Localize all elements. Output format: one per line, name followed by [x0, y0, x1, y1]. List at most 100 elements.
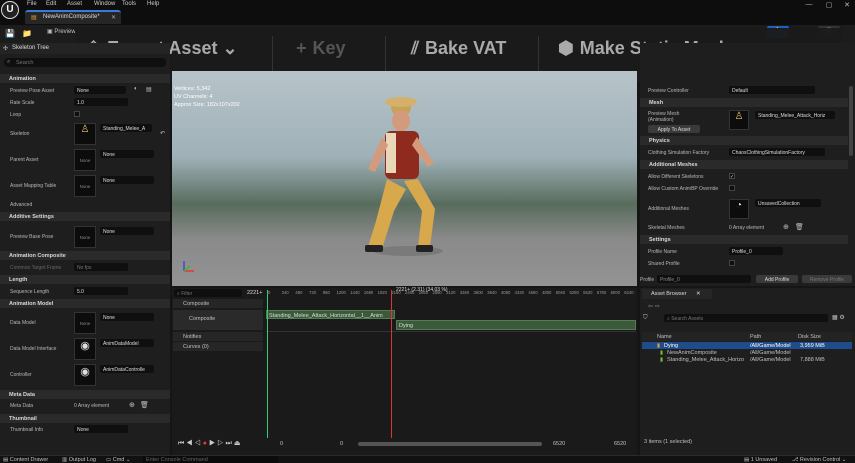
add-element-icon[interactable]: ⊕	[783, 223, 789, 231]
reset-icon[interactable]: ↶	[160, 130, 165, 137]
asset-browser-tab[interactable]: Asset Browser ✕	[642, 289, 712, 299]
remove-profile-button[interactable]: Remove Profile	[802, 275, 852, 283]
viewport[interactable]: Vertices: 5,342 UV Channels: 4 Approx Si…	[172, 71, 637, 286]
delete-icon[interactable]: 🗑	[140, 401, 149, 409]
notifies-track[interactable]: Notifies	[173, 332, 263, 341]
profile-name-input[interactable]: Profile_0	[729, 247, 783, 255]
add-profile-button[interactable]: Add Profile	[756, 275, 798, 283]
segment-standing-melee[interactable]: Standing_Melee_Attack_Horizontal__1__Ani…	[266, 310, 395, 319]
apply-to-asset-button[interactable]: Apply To Asset	[648, 125, 700, 133]
segment-dying[interactable]: Dying	[396, 320, 636, 330]
additional-meshes-dropdown[interactable]: UnsavedCollection	[755, 199, 821, 207]
timeline-scrollbar[interactable]	[358, 442, 542, 446]
close-window-icon[interactable]: ✕	[841, 1, 853, 9]
track-filter-input[interactable]: ⌕ Filter	[174, 289, 242, 297]
timeline-ruler[interactable]: 0 240 480 720 960 1200 1440 1680 1920 2160 2400 264…	[266, 290, 636, 298]
col-name[interactable]: Name	[657, 334, 672, 340]
playhead[interactable]	[391, 290, 392, 438]
back-arrow-icon[interactable]: ⇦ ⇨	[648, 303, 660, 310]
section-animation[interactable]: Animation	[0, 74, 170, 83]
section-animation-composite[interactable]: Animation Composite	[0, 251, 170, 260]
profile-dropdown[interactable]: Profile_0	[657, 275, 751, 283]
preview-base-dropdown[interactable]: None	[100, 227, 154, 235]
asset-mapping-dropdown[interactable]: None	[100, 176, 154, 184]
save-icon[interactable]: 💾	[5, 29, 15, 38]
allow-custom-animbp-checkbox[interactable]	[729, 185, 735, 191]
skeleton-tree-tab[interactable]: Skeleton Tree	[0, 43, 170, 54]
skeleton-thumbnail[interactable]: ♙	[74, 123, 96, 145]
key-button[interactable]: + Key	[296, 38, 346, 68]
preview-button[interactable]: ▣ Preview	[47, 28, 76, 35]
menu-help[interactable]: Help	[147, 1, 159, 7]
allow-different-skeletons-checkbox[interactable]: ✓	[729, 173, 735, 180]
maximize-icon[interactable]: ▢	[823, 1, 835, 9]
rate-scale-input[interactable]: 1.0	[74, 98, 128, 106]
preview-mesh-thumbnail[interactable]: ♙	[729, 110, 749, 130]
data-model-interface-thumbnail[interactable]: ◉	[74, 338, 96, 360]
browse-icon[interactable]: 📁	[22, 29, 32, 38]
data-model-interface-dropdown[interactable]: AnimDataModel	[100, 339, 154, 347]
controller-dropdown[interactable]: AnimDataControlle	[100, 365, 154, 373]
advanced-expander[interactable]: Advanced	[10, 202, 32, 208]
loop-checkbox[interactable]	[74, 111, 80, 117]
filter-icon[interactable]: ⛉	[643, 315, 648, 322]
menu-tools[interactable]: Tools	[122, 1, 136, 7]
preview-mesh-dropdown[interactable]: Standing_Melee_Attack_Horiz	[755, 111, 835, 119]
play-end[interactable]: 6520	[553, 441, 565, 447]
details-scrollbar[interactable]	[849, 86, 853, 156]
play-start[interactable]: 0	[340, 441, 343, 447]
revision-control-button[interactable]: ⎇ Revision Control ⌄	[792, 457, 846, 463]
minimize-icon[interactable]: —	[803, 1, 815, 9]
view-end[interactable]: 6520	[614, 441, 626, 447]
skeleton-dropdown[interactable]: Standing_Melee_A	[100, 124, 152, 132]
parent-asset-dropdown[interactable]: None	[100, 150, 154, 158]
delete-icon[interactable]: 🗑	[795, 223, 804, 231]
unsaved-button[interactable]: ▤ 1 Unsaved	[744, 457, 777, 463]
sequence-length-input[interactable]: 5.0	[74, 287, 128, 295]
section-physics[interactable]: Physics	[640, 136, 848, 145]
view-start[interactable]: 0	[280, 441, 283, 447]
record-icon[interactable]: ●	[203, 440, 209, 447]
browse-asset-icon[interactable]: ▤	[146, 86, 152, 93]
section-length[interactable]: Length	[0, 275, 170, 284]
section-additional-meshes[interactable]: Additional Meshes	[640, 160, 848, 169]
preview-pose-asset-dropdown[interactable]: None	[74, 86, 126, 94]
view-options-icon[interactable]: ▦ ⚙	[832, 314, 845, 321]
section-settings[interactable]: Settings	[640, 235, 848, 244]
asset-mapping-thumbnail[interactable]: None	[74, 175, 96, 197]
shared-profile-checkbox[interactable]	[729, 260, 735, 266]
console-input[interactable]: Enter Console Command	[143, 456, 278, 463]
add-element-icon[interactable]: ⊕	[129, 401, 135, 409]
controller-thumbnail[interactable]: ◉	[74, 364, 96, 386]
parent-asset-thumbnail[interactable]: None	[74, 149, 96, 171]
preview-controller-dropdown[interactable]: Default	[729, 86, 815, 94]
output-log-button[interactable]: ▥ Output Log	[62, 457, 96, 463]
menu-asset[interactable]: Asset	[67, 1, 82, 7]
section-additive-settings[interactable]: Additive Settings	[0, 212, 170, 221]
menu-window[interactable]: Window	[94, 1, 115, 7]
section-thumbnail[interactable]: Thumbnail	[0, 414, 170, 423]
document-tab[interactable]: ▤ NewAnimComposite* ✕	[25, 10, 121, 24]
clothing-factory-dropdown[interactable]: ChaosClothingSimulationFactory	[729, 148, 825, 156]
asset-search-input[interactable]: ⌕ Search Assets	[664, 314, 828, 322]
close-tab-icon[interactable]: ✕	[111, 14, 116, 21]
composite-row[interactable]: Composite	[173, 310, 263, 330]
additional-meshes-thumbnail[interactable]: ◔	[729, 199, 749, 219]
current-frame[interactable]: 2221+	[247, 290, 262, 296]
bake-vat-button[interactable]: ⫽ Bake VAT	[411, 38, 506, 68]
target-frame-dropdown[interactable]: No fps	[74, 263, 128, 271]
composite-track[interactable]: Composite	[173, 299, 263, 308]
details-search-input[interactable]: Search	[4, 58, 166, 67]
transport-controls[interactable]: ⏮◀◁●▶▷⏭⏏	[178, 439, 242, 448]
thumbnail-info-dropdown[interactable]: None	[74, 425, 128, 433]
section-mesh[interactable]: Mesh	[640, 98, 848, 107]
content-drawer-button[interactable]: ▤ Content Drawer	[3, 457, 48, 463]
col-disk-size[interactable]: Disk Size	[798, 334, 821, 340]
curves-track[interactable]: Curves (0)	[173, 342, 263, 351]
section-animation-model[interactable]: Animation Model	[0, 299, 170, 308]
use-selected-icon[interactable]: ◐	[134, 86, 138, 92]
section-meta-data[interactable]: Meta Data	[0, 390, 170, 399]
data-model-dropdown[interactable]: None	[100, 313, 154, 321]
preview-base-thumbnail[interactable]: None	[74, 226, 96, 248]
cmd-dropdown[interactable]: ▭ Cmd ⌄	[106, 457, 131, 463]
